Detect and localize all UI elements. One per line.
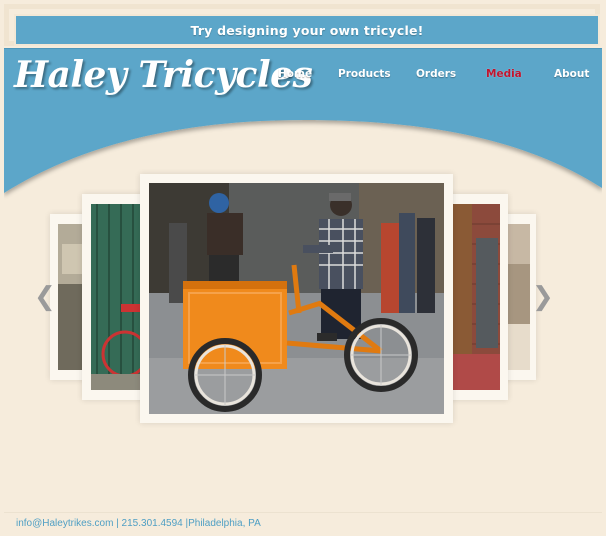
nav-home[interactable]: Home <box>278 68 312 80</box>
carousel-slide-active[interactable] <box>140 174 453 423</box>
nav-orders[interactable]: Orders <box>416 68 456 80</box>
main-nav: Home Products Orders Media About <box>270 68 600 88</box>
carousel-slide-right[interactable] <box>446 194 508 400</box>
carousel-next-button[interactable]: ❯ <box>532 282 554 312</box>
nav-media[interactable]: Media <box>486 68 522 80</box>
chevron-right-icon: ❯ <box>532 282 554 312</box>
footer-contact[interactable]: info@Haleytrikes.com | 215.301.4594 |Phi… <box>16 518 261 529</box>
carousel-slide-left[interactable] <box>82 194 146 400</box>
promo-banner-inner[interactable]: Try designing your own tricycle! <box>14 14 600 46</box>
slide-left-image <box>91 204 146 390</box>
promo-banner-text[interactable]: Try designing your own tricycle! <box>190 23 423 38</box>
site-logo[interactable]: Haley Tricycles <box>14 54 313 96</box>
carousel-prev-button[interactable]: ❮ <box>34 282 56 312</box>
nav-about[interactable]: About <box>554 68 589 80</box>
slide-right-image <box>452 204 500 390</box>
chevron-left-icon: ❮ <box>34 282 56 312</box>
site-footer: info@Haleytrikes.com | 215.301.4594 |Phi… <box>4 512 602 534</box>
promo-banner[interactable]: Try designing your own tricycle! <box>4 4 600 46</box>
nav-products[interactable]: Products <box>338 68 391 80</box>
slide-active-image <box>149 183 444 414</box>
photo-carousel: ❮ ❯ <box>0 170 606 430</box>
